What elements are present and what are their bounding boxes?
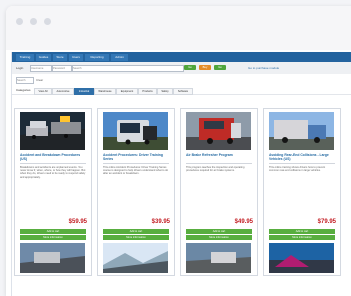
top-navigation: Training Guides Store Users Reporting Ad… (12, 52, 351, 62)
next-product-image (186, 243, 251, 273)
password-field[interactable]: Password (52, 65, 72, 72)
next-product-image (103, 243, 168, 273)
product-divider (269, 163, 335, 164)
product-description: This program teaches the inspection and … (186, 166, 245, 173)
login-label: Login (16, 66, 24, 70)
purchase-module-link[interactable]: Go to purchase module (248, 66, 279, 70)
product-card[interactable]: Avoiding Rear-End Collisions - Large Veh… (263, 108, 341, 276)
product-divider (20, 163, 86, 164)
go-button[interactable]: Go (184, 65, 196, 70)
category-safety[interactable]: Safety (157, 88, 173, 95)
second-go-button[interactable]: Go (214, 65, 226, 70)
tab-reporting[interactable]: Reporting (85, 54, 109, 61)
product-price: $39.95 (151, 219, 170, 225)
next-product-image (20, 243, 85, 273)
search-input[interactable]: Search (72, 65, 184, 72)
accident-breakdown-image (20, 112, 85, 150)
add-to-cart-button[interactable]: Add to cart (269, 229, 335, 234)
filter-box[interactable]: Search (16, 77, 34, 84)
driver-training-image (103, 112, 168, 150)
category-products[interactable]: Products (138, 88, 157, 95)
clear-link[interactable]: Clear (36, 78, 43, 82)
browser-chrome (6, 6, 351, 50)
category-view-all[interactable]: View All (34, 88, 52, 95)
categories-label: Categories (16, 88, 31, 92)
add-to-cart-button[interactable]: Add to cart (20, 229, 86, 234)
window-dot-icon (16, 18, 23, 25)
next-product-image (269, 243, 334, 273)
product-description: Breakdowns and accidents are unplanned e… (20, 166, 86, 179)
product-divider (103, 163, 169, 164)
rear-end-collision-image (269, 112, 334, 150)
product-price: $49.95 (234, 219, 253, 225)
product-card[interactable]: Accident and Breakdown Procedures (US) B… (14, 108, 92, 276)
add-to-cart-button[interactable]: Add to cart (103, 229, 169, 234)
product-title[interactable]: Avoiding Rear-End Collisions - Large Veh… (269, 153, 335, 161)
tab-store[interactable]: Store (53, 54, 67, 61)
product-price: $79.95 (317, 219, 336, 225)
tab-training[interactable]: Training (16, 54, 34, 61)
air-brake-image (186, 112, 251, 150)
category-software[interactable]: Software (173, 88, 193, 95)
window-dot-icon (44, 18, 51, 25)
tab-guides[interactable]: Guides (36, 54, 51, 61)
product-card[interactable]: Accident Procedures: Driver Training Ser… (97, 108, 175, 276)
category-automotive[interactable]: Automotive (52, 88, 74, 95)
tab-users[interactable]: Users (69, 54, 83, 61)
product-divider (186, 163, 252, 164)
category-warehouse[interactable]: Warehouse (94, 88, 116, 95)
browser-window: Training Guides Store Users Reporting Ad… (6, 6, 351, 296)
product-title[interactable]: Accident Procedures: Driver Training Ser… (103, 153, 169, 161)
product-card[interactable]: Air Brake Refresher Program This program… (180, 108, 258, 276)
more-information-button[interactable]: More information (186, 235, 252, 240)
search-row: Search Clear (12, 74, 351, 84)
category-bar: Categories View All Automotive Industria… (12, 84, 351, 95)
tab-admin[interactable]: Admin (111, 54, 128, 61)
buy-button[interactable]: Buy (199, 65, 211, 70)
more-information-button[interactable]: More information (20, 235, 86, 240)
product-description: This online training shows drivers how t… (269, 166, 326, 173)
more-information-button[interactable]: More information (103, 235, 169, 240)
product-description: This online Accident Procedures: Driver … (103, 166, 169, 176)
product-title[interactable]: Accident and Breakdown Procedures (US) (20, 153, 86, 161)
category-industrial[interactable]: Industrial (74, 88, 94, 95)
product-price: $59.95 (68, 219, 87, 225)
window-dot-icon (30, 18, 37, 25)
product-title[interactable]: Air Brake Refresher Program (186, 153, 252, 161)
add-to-cart-button[interactable]: Add to cart (186, 229, 252, 234)
catalog-app: Training Guides Store Users Reporting Ad… (11, 52, 351, 296)
more-information-button[interactable]: More information (269, 235, 335, 240)
category-equipment[interactable]: Equipment (116, 88, 138, 95)
username-field[interactable]: Username (30, 65, 52, 72)
